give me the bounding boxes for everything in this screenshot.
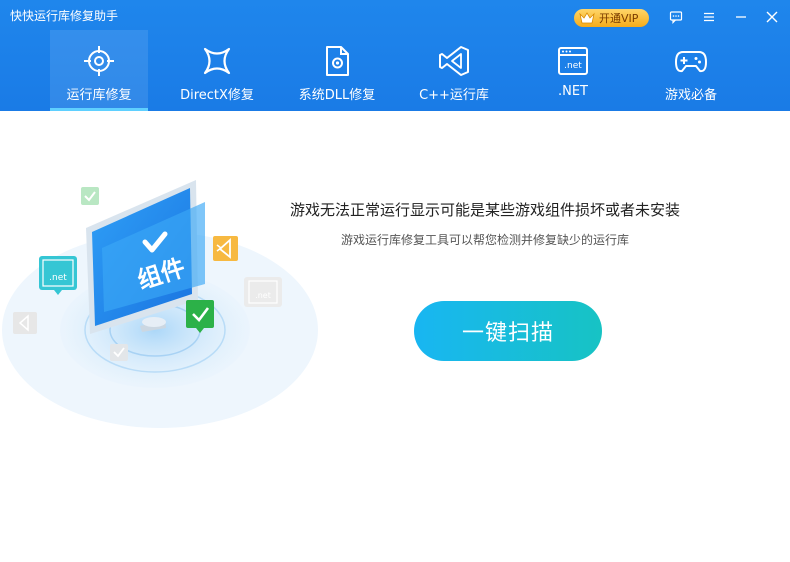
tab-dotnet[interactable]: .net .NET [524,30,622,111]
tab-directx-repair[interactable]: DirectX修复 [168,30,266,111]
dotnet-badge-label: .net [49,273,67,283]
close-button[interactable] [760,6,784,28]
visual-studio-icon [439,46,469,76]
one-click-scan-button[interactable]: 一键扫描 [414,301,602,361]
target-icon [84,46,114,76]
headline: 游戏无法正常运行显示可能是某些游戏组件损坏或者未安装 [289,201,680,219]
tab-system-dll-repair[interactable]: 系统DLL修复 [288,30,386,111]
dotnet-badge-faded: .net [244,277,282,307]
menu-button[interactable] [697,6,721,28]
dotnet-badge: .net [39,256,77,295]
menu-icon [704,12,714,22]
minimize-icon [736,16,746,18]
component-illustration: 组件 .net .net [2,180,318,428]
svg-text:.net: .net [564,61,582,71]
app-title: 快快运行库修复助手 [10,9,119,23]
check-badge-small [81,187,99,205]
title-bar: 快快运行库修复助手 开通VIP 运行库修复 DirectX修复 系统DLL修复 … [0,0,790,111]
tab-label: .NET [557,84,588,99]
dll-file-icon [326,46,349,76]
vs-badge-faded [13,312,37,334]
feedback-button[interactable] [664,6,688,28]
check-badge-faded [110,344,128,361]
tab-runtime-repair[interactable]: 运行库修复 [50,30,148,111]
vip-button[interactable]: 开通VIP [574,9,649,27]
tab-label: C++运行库 [419,88,489,103]
vs-badge [213,236,238,261]
vip-label: 开通VIP [599,12,639,25]
vip-crown-icon [579,12,595,24]
gamepad-icon [675,51,707,73]
subline: 游戏运行库修复工具可以帮您检测并修复缺少的运行库 [340,233,629,247]
tab-label: 游戏必备 [664,88,717,103]
tab-cpp-runtime[interactable]: C++运行库 [405,30,503,111]
tab-label: 系统DLL修复 [298,88,376,103]
dotnet-badge-faded-label: .net [255,291,271,300]
directx-icon [203,47,231,75]
dotnet-window-icon: .net [558,47,588,75]
close-icon [766,11,778,23]
tab-game-essentials[interactable]: 游戏必备 [642,30,740,111]
minimize-button[interactable] [729,6,753,28]
tab-label: DirectX修复 [180,88,254,103]
tab-label: 运行库修复 [66,88,132,103]
feedback-icon [669,11,683,24]
